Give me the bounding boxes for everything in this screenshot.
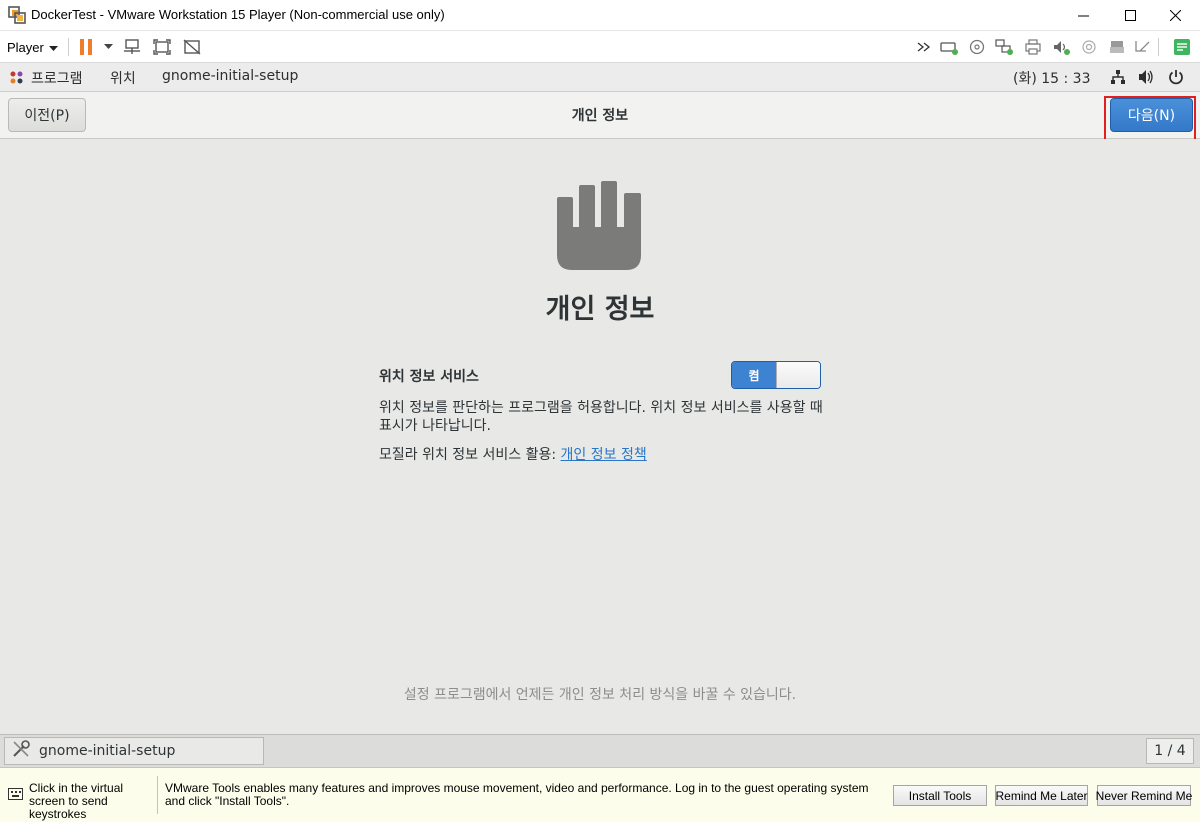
header-title: 개인 정보 [571, 108, 629, 124]
applications-icon [9, 70, 24, 89]
network-icon[interactable] [1110, 69, 1126, 89]
vmware-tools-notification: Click in the virtual screen to send keys… [0, 767, 1200, 822]
display-icon[interactable] [1133, 38, 1153, 56]
install-tools-button[interactable]: Install Tools [893, 785, 987, 806]
menu-places[interactable]: 위치 [110, 68, 136, 88]
vmware-player-icon [8, 6, 26, 24]
player-menu-label: Player [7, 39, 44, 55]
toolbar-divider [68, 38, 69, 56]
taskbar-item[interactable]: gnome-initial-setup [4, 737, 264, 765]
switch-knob[interactable] [776, 362, 820, 388]
more-devices-icon[interactable] [914, 38, 934, 56]
never-remind-button[interactable]: Never Remind Me [1096, 785, 1192, 806]
location-services-switch[interactable]: 켬 [731, 361, 821, 389]
window-titlebar: DockerTest - VMware Workstation 15 Playe… [0, 0, 1200, 31]
cd-dvd-icon[interactable] [967, 38, 987, 56]
keyboard-icon [8, 788, 23, 800]
fullscreen-icon[interactable] [152, 38, 172, 56]
workspace-pager[interactable]: 1 / 4 [1146, 738, 1194, 764]
switch-state-label: 켬 [732, 362, 776, 388]
clock[interactable]: (화) 15 : 33 [1013, 68, 1091, 88]
tools-message: VMware Tools enables many features and i… [165, 781, 869, 808]
privacy-policy-link[interactable]: 개인 정보 정책 [561, 447, 647, 463]
notification-divider [157, 776, 158, 814]
privacy-policy-row: 모질라 위치 정보 서비스 활용: 개인 정보 정책 [379, 444, 647, 464]
keystroke-hint: Click in the virtual screen to send keys… [29, 781, 124, 821]
floppy-icon[interactable] [1107, 38, 1127, 56]
menu-app[interactable]: gnome-initial-setup [162, 68, 298, 84]
network-adapter-icon[interactable] [994, 38, 1014, 56]
printer-icon[interactable] [1023, 38, 1043, 56]
close-icon[interactable] [1152, 0, 1198, 31]
footer-note: 설정 프로그램에서 언제든 개인 정보 처리 방식을 바꿀 수 있습니다. [403, 687, 797, 703]
guest-taskbar: gnome-initial-setup 1 / 4 [0, 734, 1200, 767]
pause-dropdown-icon[interactable] [98, 38, 118, 56]
message-log-icon[interactable] [1172, 38, 1192, 56]
usb-icon[interactable] [1079, 38, 1099, 56]
send-ctrl-alt-del-icon[interactable] [122, 38, 142, 56]
privacy-hand-icon [557, 179, 643, 271]
menu-applications[interactable]: 프로그램 [31, 68, 83, 88]
location-services-label: 위치 정보 서비스 [379, 369, 479, 385]
setup-tool-icon [11, 739, 31, 763]
unity-icon[interactable] [182, 38, 202, 56]
privacy-page: 개인 정보 위치 정보 서비스 켬 위치 정보를 판단하는 프로그램을 허용합니… [0, 139, 1200, 734]
remind-later-button[interactable]: Remind Me Later [995, 785, 1088, 806]
page-title: 개인 정보 [545, 294, 655, 325]
hard-disk-icon[interactable] [939, 38, 959, 56]
taskbar-item-label: gnome-initial-setup [39, 743, 176, 759]
maximize-icon[interactable] [1107, 0, 1153, 31]
player-menu-button[interactable]: Player [7, 38, 58, 56]
volume-icon[interactable] [1138, 69, 1155, 89]
location-services-description: 위치 정보를 판단하는 프로그램을 허용합니다. 위치 정보 서비스를 사용할 … [379, 400, 823, 434]
gnome-top-bar: 프로그램 위치 gnome-initial-setup (화) 15 : 33 [0, 63, 1200, 92]
sound-card-icon[interactable] [1051, 38, 1071, 56]
chevron-down-icon [48, 40, 58, 55]
toolbar-divider [1158, 38, 1159, 56]
power-icon[interactable] [1168, 69, 1184, 89]
pause-icon[interactable] [76, 38, 96, 56]
privacy-policy-prefix: 모질라 위치 정보 서비스 활용: [379, 447, 561, 463]
window-title: DockerTest - VMware Workstation 15 Playe… [31, 7, 445, 22]
minimize-icon[interactable] [1060, 0, 1106, 31]
setup-header-bar: 이전(P) 개인 정보 다음(N) [0, 92, 1200, 139]
player-toolbar: Player [0, 31, 1200, 63]
